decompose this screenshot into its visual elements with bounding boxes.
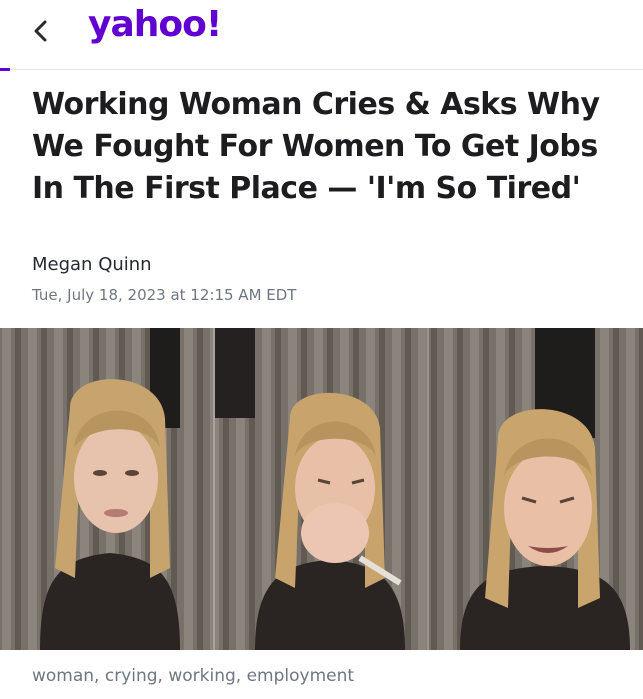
yahoo-logo[interactable]: yahoo! [88, 4, 222, 45]
chevron-left-icon [34, 20, 47, 42]
divider [10, 69, 643, 70]
back-button[interactable] [26, 16, 56, 46]
image-caption: woman, crying, working, employment [32, 666, 355, 686]
divider-accent [0, 68, 10, 71]
photo-panel-3 [428, 328, 643, 650]
photo-panel-1 [0, 328, 214, 650]
top-bar: yahoo! [0, 0, 643, 70]
article-image [0, 328, 643, 650]
article-headline: Working Woman Cries & Asks Why We Fought… [32, 87, 600, 206]
author-name[interactable]: Megan Quinn [32, 254, 152, 275]
photo-panel-2 [214, 328, 428, 650]
publish-date: Tue, July 18, 2023 at 12:15 AM EDT [32, 286, 297, 304]
